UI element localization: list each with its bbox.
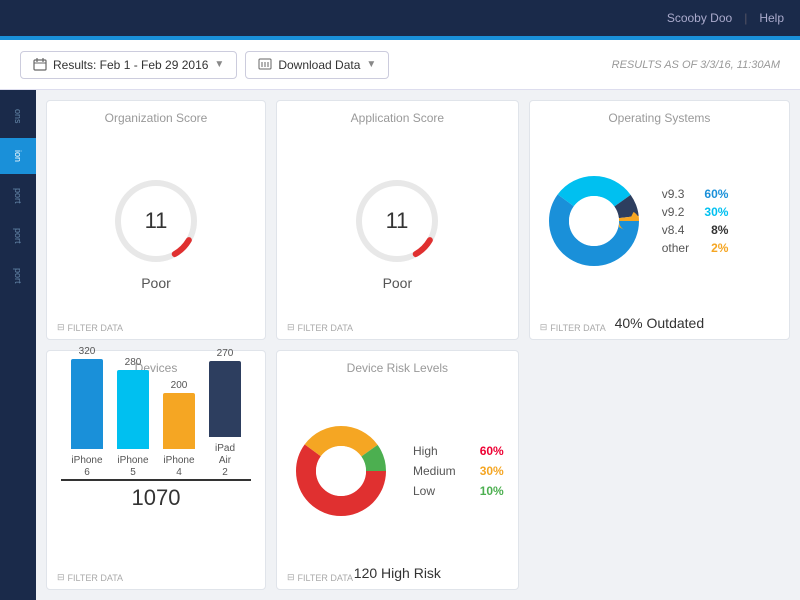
os-legend-row-v92: v9.2 30% (662, 205, 729, 219)
bar-iphone5-rect (117, 370, 149, 449)
app-score-gauge: 11 Poor (291, 131, 504, 331)
risk-row-low: Low 10% (413, 484, 504, 498)
os-filter-data[interactable]: ⊟ FILTER DATA (540, 322, 606, 333)
filter-icon4: ⊟ (57, 572, 65, 583)
os-legend: v9.3 60% v9.2 30% v8.4 8% other 2% (662, 187, 729, 255)
sidebar-item-report2[interactable]: port (0, 218, 36, 254)
filter-icon5: ⊟ (287, 572, 295, 583)
svg-text:11: 11 (145, 208, 168, 233)
user-name: Scooby Doo (667, 11, 732, 25)
sidebar-item-report1[interactable]: port (0, 178, 36, 214)
results-label: Results: Feb 1 - Feb 29 2016 (53, 58, 208, 72)
os-donut-svg (544, 171, 644, 271)
results-chevron: ▼ (214, 59, 224, 70)
download-label: Download Data (278, 58, 360, 72)
results-filter-button[interactable]: Results: Feb 1 - Feb 29 2016 ▼ (20, 51, 237, 79)
os-title: Operating Systems (544, 111, 775, 125)
toolbar: Results: Feb 1 - Feb 29 2016 ▼ Download … (0, 40, 800, 90)
top-nav: Scooby Doo | Help (0, 0, 800, 36)
devices-filter-data[interactable]: ⊟ FILTER DATA (57, 572, 123, 583)
dashboard: Organization Score 11 Poor ⊟ FILTER DATA… (36, 90, 800, 600)
filter-icon: ⊟ (57, 322, 65, 333)
org-score-gauge: 11 Poor (61, 131, 251, 331)
bar-ipadair2-rect (209, 361, 241, 437)
sidebar-item-report3[interactable]: port (0, 258, 36, 294)
os-legend-row-v84: v8.4 8% (662, 223, 729, 237)
sidebar-label-report1: port (13, 184, 23, 208)
devices-total: 1070 (61, 485, 251, 511)
sidebar-item-ion[interactable]: ion (0, 138, 36, 174)
os-card: Operating Systems v9.3 (529, 100, 790, 340)
device-risk-card: Device Risk Levels High 60% (276, 350, 519, 590)
bar-chart-area: 320 iPhone6 280 iPhone5 200 iPhone4 (61, 381, 251, 581)
toolbar-left: Results: Feb 1 - Feb 29 2016 ▼ Download … (20, 51, 600, 79)
bars-wrapper: 320 iPhone6 280 iPhone5 200 iPhone4 (61, 381, 251, 481)
app-filter-data[interactable]: ⊟ FILTER DATA (287, 322, 353, 333)
sidebar-item-ons[interactable]: ons (0, 98, 36, 134)
sidebar-label-report3: port (13, 264, 23, 288)
filter-icon3: ⊟ (540, 322, 548, 333)
calendar-icon (33, 58, 47, 72)
download-chevron: ▼ (366, 59, 376, 70)
org-filter-data[interactable]: ⊟ FILTER DATA (57, 322, 123, 333)
risk-filter-data[interactable]: ⊟ FILTER DATA (287, 572, 353, 583)
os-content: v9.3 60% v9.2 30% v8.4 8% other 2% (544, 131, 775, 311)
org-score-title: Organization Score (61, 111, 251, 125)
filter-icon2: ⊟ (287, 322, 295, 333)
os-legend-row-v93: v9.3 60% (662, 187, 729, 201)
sidebar-label-ons: ons (13, 105, 23, 128)
app-score-card: Application Score 11 Poor ⊟ FILTER DATA (276, 100, 519, 340)
nav-separator: | (744, 11, 747, 25)
app-score-label: Poor (383, 275, 413, 291)
os-legend-row-other: other 2% (662, 241, 729, 255)
app-gauge-svg: 11 (347, 171, 447, 271)
risk-legend: High 60% Medium 30% Low 10% (413, 444, 504, 498)
bar-iphone5: 280 iPhone5 (117, 357, 149, 479)
org-gauge-svg: 11 (106, 171, 206, 271)
org-score-label: Poor (141, 275, 171, 291)
main-layout: ons ion port port port Organization Scor… (0, 90, 800, 600)
bar-ipadair2: 270 iPad Air2 (209, 348, 241, 479)
risk-donut-svg (291, 421, 391, 521)
svg-text:11: 11 (386, 208, 409, 233)
risk-row-high: High 60% (413, 444, 504, 458)
sidebar-label-ion: ion (13, 146, 23, 166)
risk-content: High 60% Medium 30% Low 10% (291, 381, 504, 561)
devices-card: Devices 320 iPhone6 280 iPhone5 (46, 350, 266, 590)
bar-iphone4-rect (163, 393, 195, 449)
download-icon (258, 58, 272, 72)
risk-row-medium: Medium 30% (413, 464, 504, 478)
bar-iphone6: 320 iPhone6 (71, 346, 103, 479)
sidebar: ons ion port port port (0, 90, 36, 600)
bar-iphone4: 200 iPhone4 (163, 380, 195, 479)
org-score-card: Organization Score 11 Poor ⊟ FILTER DATA (46, 100, 266, 340)
bar-iphone6-rect (71, 359, 103, 449)
device-risk-title: Device Risk Levels (291, 361, 504, 375)
download-button[interactable]: Download Data ▼ (245, 51, 389, 79)
help-link[interactable]: Help (759, 11, 784, 25)
sidebar-label-report2: port (13, 224, 23, 248)
app-score-title: Application Score (291, 111, 504, 125)
results-as-of: RESULTS AS OF 3/3/16, 11:30AM (612, 59, 780, 71)
